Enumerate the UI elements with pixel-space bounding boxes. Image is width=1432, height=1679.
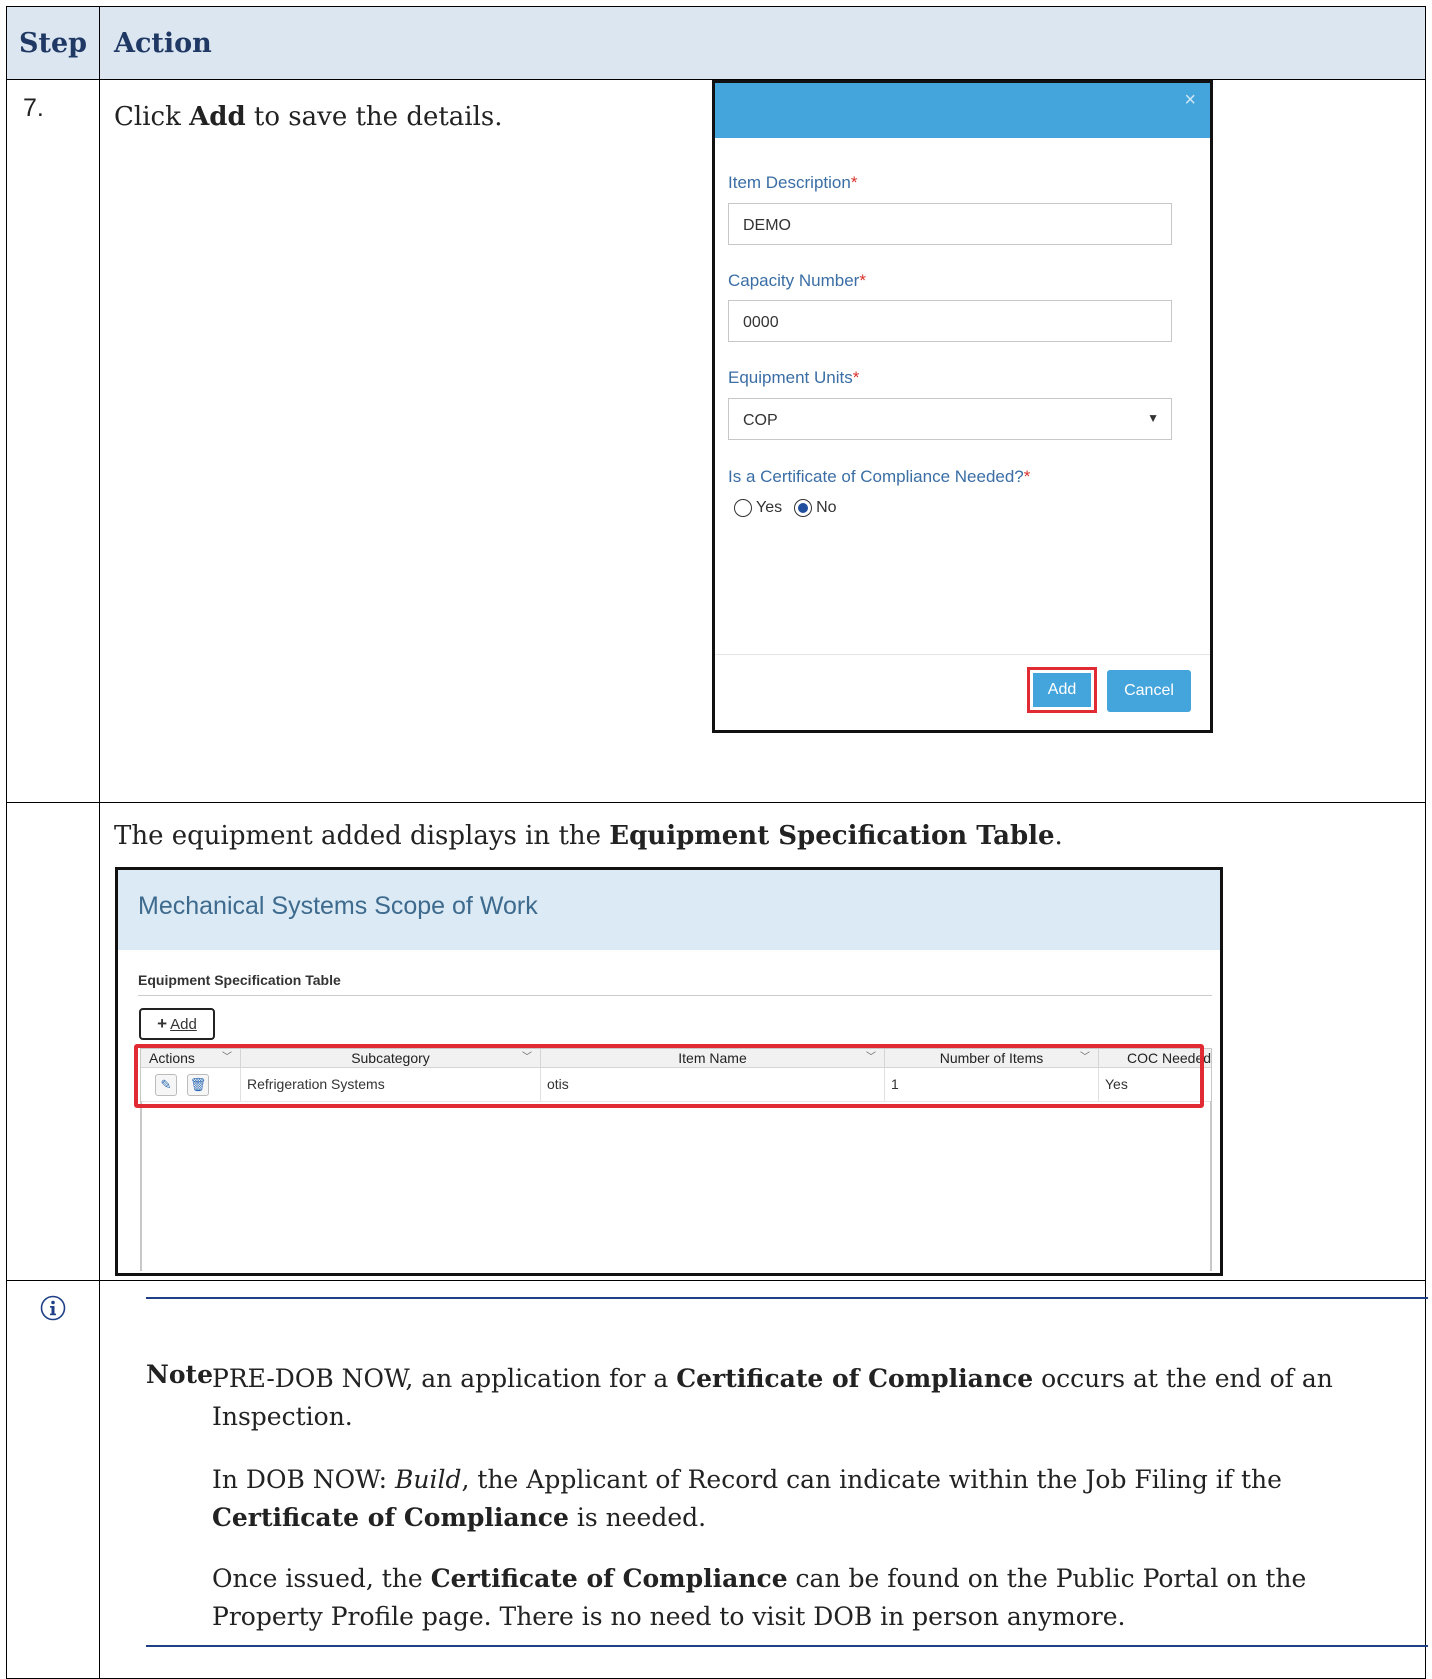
equipment-modal: × Item Description* DEMO Capacity Number… [712, 80, 1213, 733]
step-cell-empty [7, 803, 100, 1280]
capacity-number-label: Capacity Number* [728, 271, 866, 290]
note-cell: Note PRE-DOB NOW, an application for a C… [100, 1281, 1428, 1678]
equipment-units-select[interactable]: COP ▼ [728, 398, 1172, 440]
divider [138, 995, 1212, 996]
note-paragraph-1: PRE-DOB NOW, an application for a Certif… [212, 1364, 1333, 1431]
table-header: Step Action [7, 7, 1425, 80]
header-step: Step [7, 7, 100, 79]
row-highlight [134, 1044, 1204, 1108]
procedure-table: Step Action 7. Click Add to save the det… [6, 6, 1428, 1679]
grid-border [141, 1101, 142, 1271]
note-paragraph-3: Once issued, the Certificate of Complian… [212, 1564, 1307, 1631]
add-button[interactable]: Add [1033, 673, 1091, 707]
note-icon-cell [7, 1281, 100, 1678]
add-button-highlight: Add [1027, 667, 1097, 713]
cancel-button[interactable]: Cancel [1107, 670, 1191, 712]
step-instruction: Click Add to save the details. [114, 102, 503, 132]
action-cell: Click Add to save the details. × Item De… [100, 80, 1425, 802]
radio-yes[interactable] [734, 499, 752, 517]
capacity-number-input[interactable]: 0000 [728, 300, 1172, 342]
note-row: Note PRE-DOB NOW, an application for a C… [7, 1281, 1428, 1678]
close-icon[interactable]: × [1184, 89, 1196, 112]
step-row-7: 7. Click Add to save the details. × Item… [7, 80, 1425, 803]
step-cell: 7. [7, 80, 100, 802]
info-icon [40, 1295, 66, 1321]
radio-no[interactable] [794, 499, 813, 517]
result-row: The equipment added displays in the Equi… [7, 803, 1425, 1281]
note-bottom-rule [146, 1645, 1428, 1647]
scope-of-work-screenshot: Mechanical Systems Scope of Work Equipme… [115, 867, 1223, 1276]
equipment-units-value: COP [743, 412, 778, 429]
step-number: 7. [23, 94, 44, 122]
note-top-rule [146, 1297, 1428, 1299]
note-label: Note [146, 1360, 213, 1389]
result-cell: The equipment added displays in the Equi… [100, 803, 1425, 1280]
plus-icon: + [157, 1014, 168, 1033]
item-description-input[interactable]: DEMO [728, 203, 1172, 245]
modal-header: × [715, 83, 1210, 138]
header-action: Action [114, 27, 212, 59]
scope-title: Mechanical Systems Scope of Work [138, 892, 538, 920]
note-paragraph-2: In DOB NOW: Build, the Applicant of Reco… [212, 1465, 1282, 1532]
modal-footer: Add Cancel [715, 654, 1210, 730]
radio-yes-label: Yes [756, 499, 783, 516]
equipment-table-title: Equipment Specification Table [138, 972, 341, 988]
coc-radio-group: Yes No [734, 499, 837, 517]
caret-down-icon: ▼ [1147, 411, 1159, 425]
result-text: The equipment added displays in the Equi… [114, 821, 1063, 851]
radio-no-label: No [816, 499, 837, 516]
instruction-bold: Add [189, 102, 246, 132]
grid-border [1210, 1101, 1211, 1271]
equipment-units-label: Equipment Units* [728, 368, 860, 387]
add-equipment-label: Add [170, 1015, 197, 1033]
coc-question-label: Is a Certificate of Compliance Needed?* [728, 467, 1031, 486]
add-equipment-button[interactable]: + Add [139, 1008, 215, 1040]
item-description-label: Item Description* [728, 173, 858, 192]
